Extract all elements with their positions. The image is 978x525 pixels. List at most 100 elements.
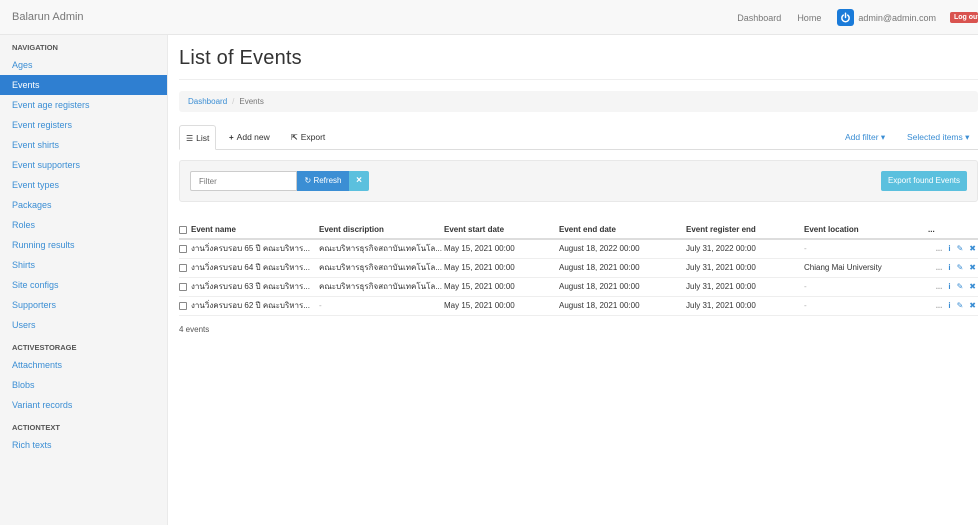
refresh-icon: ↻ xyxy=(304,176,312,185)
info-icon[interactable]: i xyxy=(948,244,950,253)
col-event-end-date[interactable]: Event end date xyxy=(559,221,686,240)
sidebar-header-actiontext: ACTIONTEXT xyxy=(12,423,60,432)
add-filter-dropdown[interactable]: Add filter ▾ xyxy=(845,125,885,150)
breadcrumb-separator: / xyxy=(232,97,235,106)
delete-icon[interactable]: ✖ xyxy=(969,263,976,272)
row-checkbox[interactable] xyxy=(179,263,187,272)
cell-event-location: - xyxy=(804,296,928,316)
table-row: งานวิ่งครบรอบ 65 ปี คณะบริหาร... คณะบริห… xyxy=(179,239,978,259)
sidebar-item-roles[interactable]: Roles xyxy=(0,215,167,235)
filter-input[interactable] xyxy=(190,171,297,191)
title-divider xyxy=(179,79,978,80)
plus-icon: + xyxy=(229,133,234,142)
sidebar-item-event-shirts[interactable]: Event shirts xyxy=(0,135,167,155)
delete-icon[interactable]: ✖ xyxy=(969,244,976,253)
col-event-name[interactable]: Event name xyxy=(191,221,319,240)
sidebar-item-users[interactable]: Users xyxy=(0,315,167,335)
add-filter-label: Add filter xyxy=(845,132,879,142)
row-select-cell xyxy=(179,258,191,278)
sidebar-item-event-age-registers[interactable]: Event age registers xyxy=(0,95,167,115)
edit-icon[interactable]: ✎ xyxy=(957,282,964,291)
sidebar-item-attachments[interactable]: Attachments xyxy=(0,355,167,375)
list-icon: ☰ xyxy=(186,134,194,143)
cell-event-start-date: May 15, 2021 00:00 xyxy=(444,258,559,278)
info-icon[interactable]: i xyxy=(948,301,950,310)
refresh-label: Refresh xyxy=(313,176,342,185)
action-tabs: ☰ List + Add new ⇱ Export Add filter ▾ Sele… xyxy=(179,125,978,150)
sidebar-item-packages[interactable]: Packages xyxy=(0,195,167,215)
info-icon[interactable]: i xyxy=(948,282,950,291)
tab-list-label: List xyxy=(196,133,210,143)
top-navbar: Balarun Admin Dashboard Home admin@admin… xyxy=(0,0,978,35)
cell-event-discription: คณะบริหารธุรกิจสถาบันเทคโนโล... xyxy=(319,277,444,297)
delete-icon[interactable]: ✖ xyxy=(969,282,976,291)
more-icon[interactable]: ... xyxy=(936,244,943,253)
sidebar-item-ages[interactable]: Ages xyxy=(0,55,167,75)
sidebar-item-rich-texts[interactable]: Rich texts xyxy=(0,435,167,455)
sidebar-item-shirts[interactable]: Shirts xyxy=(0,255,167,275)
brand-title[interactable]: Balarun Admin xyxy=(12,11,84,23)
export-found-button[interactable]: Export found Events xyxy=(880,171,967,191)
sidebar-item-events[interactable]: Events xyxy=(0,75,167,95)
sidebar-item-event-supporters[interactable]: Event supporters xyxy=(0,155,167,175)
row-actions: ... i ✎ ✖ xyxy=(928,296,978,316)
record-count: 4 events xyxy=(179,325,210,334)
sidebar-item-event-types[interactable]: Event types xyxy=(0,175,167,195)
col-event-start-date[interactable]: Event start date xyxy=(444,221,559,240)
table-row: งานวิ่งครบรอบ 63 ปี คณะบริหาร... คณะบริห… xyxy=(179,277,978,297)
events-table: Event name Event discription Event start… xyxy=(179,221,978,316)
row-checkbox[interactable] xyxy=(179,282,187,291)
chevron-down-icon: ▾ xyxy=(880,132,886,142)
nav-link-dashboard[interactable]: Dashboard xyxy=(737,13,781,23)
user-email[interactable]: admin@admin.com xyxy=(858,13,936,23)
sidebar-header-activestorage: ACTIVESTORAGE xyxy=(12,343,77,352)
row-checkbox[interactable] xyxy=(179,301,187,310)
tab-add-new[interactable]: + Add new xyxy=(223,125,276,150)
refresh-button[interactable]: ↻ Refresh xyxy=(297,171,349,191)
breadcrumb-current: Events xyxy=(239,97,264,106)
logout-button[interactable]: Log out xyxy=(950,12,978,23)
sidebar-item-supporters[interactable]: Supporters xyxy=(0,295,167,315)
sidebar: NAVIGATION Ages Events Event age registe… xyxy=(0,35,168,525)
breadcrumb-dashboard[interactable]: Dashboard xyxy=(188,97,227,106)
cell-event-end-date: August 18, 2022 00:00 xyxy=(559,239,686,259)
clear-filter-button[interactable]: × xyxy=(349,171,369,191)
cell-event-register-end: July 31, 2021 00:00 xyxy=(686,296,804,316)
sidebar-item-variant-records[interactable]: Variant records xyxy=(0,395,167,415)
edit-icon[interactable]: ✎ xyxy=(957,301,964,310)
navbar-right: Dashboard Home admin@admin.com Log out xyxy=(737,0,978,35)
edit-icon[interactable]: ✎ xyxy=(957,244,964,253)
select-all-cell xyxy=(179,221,191,240)
cell-event-register-end: July 31, 2021 00:00 xyxy=(686,258,804,278)
sidebar-item-running-results[interactable]: Running results xyxy=(0,235,167,255)
row-checkbox[interactable] xyxy=(179,245,187,254)
cell-event-discription: คณะบริหารธุรกิจสถาบันเทคโนโล... xyxy=(319,258,444,278)
more-icon[interactable]: ... xyxy=(936,282,943,291)
col-event-location[interactable]: Event location xyxy=(804,221,928,240)
user-menu[interactable]: admin@admin.com xyxy=(837,9,936,26)
col-event-discription[interactable]: Event discription xyxy=(319,221,444,240)
table-row: งานวิ่งครบรอบ 62 ปี คณะบริหาร... - May 1… xyxy=(179,296,978,316)
nav-link-home[interactable]: Home xyxy=(797,13,821,23)
delete-icon[interactable]: ✖ xyxy=(969,301,976,310)
tab-export[interactable]: ⇱ Export xyxy=(285,125,331,150)
cell-event-discription: คณะบริหารธุรกิจสถาบันเทคโนโล... xyxy=(319,239,444,259)
cell-event-start-date: May 15, 2021 00:00 xyxy=(444,239,559,259)
col-event-register-end[interactable]: Event register end xyxy=(686,221,804,240)
cell-event-location: Chiang Mai University xyxy=(804,258,928,278)
row-select-cell xyxy=(179,277,191,297)
selected-items-dropdown[interactable]: Selected items ▾ xyxy=(907,125,969,150)
selected-items-label: Selected items xyxy=(907,132,963,142)
more-icon[interactable]: ... xyxy=(936,263,943,272)
more-icon[interactable]: ... xyxy=(936,301,943,310)
tab-list[interactable]: ☰ List xyxy=(179,125,217,150)
sidebar-item-blobs[interactable]: Blobs xyxy=(0,375,167,395)
sidebar-item-site-configs[interactable]: Site configs xyxy=(0,275,167,295)
info-icon[interactable]: i xyxy=(948,263,950,272)
edit-icon[interactable]: ✎ xyxy=(957,263,964,272)
row-select-cell xyxy=(179,239,191,259)
cell-event-end-date: August 18, 2021 00:00 xyxy=(559,258,686,278)
select-all-checkbox[interactable] xyxy=(179,225,187,234)
sidebar-item-event-registers[interactable]: Event registers xyxy=(0,115,167,135)
tab-export-label: Export xyxy=(300,132,326,142)
